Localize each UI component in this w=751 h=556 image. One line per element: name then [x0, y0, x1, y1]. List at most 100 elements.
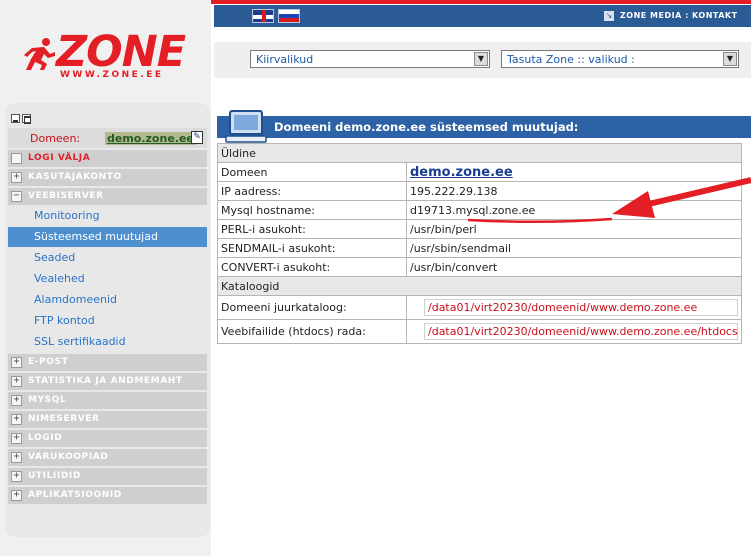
- quick-select-value: Kiirvalikud: [256, 53, 314, 66]
- chevron-down-icon[interactable]: ▼: [723, 52, 737, 66]
- uk-flag-icon[interactable]: [252, 9, 274, 23]
- sidebar-section-utiliidid[interactable]: + UTILIIDID: [8, 468, 207, 485]
- row-key: Domeeni juurkataloog:: [217, 295, 407, 320]
- sidebar-item-label: STATISTIKA JA ANDMEMAHT: [28, 376, 183, 386]
- row-value: /usr/bin/convert: [406, 257, 742, 277]
- sidebar-section-kasutajakonto[interactable]: + KASUTAJAKONTO: [8, 169, 207, 186]
- expand-icon[interactable]: +: [11, 452, 22, 463]
- expand-icon[interactable]: +: [11, 376, 22, 387]
- chevron-down-icon[interactable]: ▼: [474, 52, 488, 66]
- expand-icon[interactable]: +: [11, 433, 22, 444]
- sidebar-item-label: APLIKATSIOONID: [28, 490, 122, 500]
- sidebar-item-label: VEEBISERVER: [28, 191, 104, 201]
- system-variables-table: Üldine Domeen demo.zone.ee IP aadress: 1…: [217, 143, 742, 344]
- sidebar-item-ssl-sertifikaadid[interactable]: SSL sertifikaadid: [8, 332, 207, 352]
- sidebar-item-label: LOGID: [28, 433, 63, 443]
- panel-window-controls: [11, 113, 33, 126]
- page-title: Domeeni demo.zone.ee süsteemsed muutujad…: [274, 120, 579, 134]
- sidebar: Domeen: demo.zone.ee ✎ LOGI VÄLJA + KASU…: [5, 103, 210, 537]
- sidebar-section-logid[interactable]: + LOGID: [8, 430, 207, 447]
- sidebar-section-veebiserver[interactable]: − VEEBISERVER: [8, 188, 207, 205]
- sidebar-section-aplikatsioonid[interactable]: + APLIKATSIOONID: [8, 487, 207, 504]
- table-row: Mysql hostname: d19713.mysql.zone.ee: [217, 200, 742, 220]
- sidebar-item-label: E-POST: [28, 357, 69, 367]
- free-options-select[interactable]: Tasuta Zone :: valikud : ▼: [501, 50, 739, 68]
- sidebar-section-mysql[interactable]: + MYSQL: [8, 392, 207, 409]
- sidebar-item-monitooring[interactable]: Monitooring: [8, 206, 207, 226]
- section-header-catalogs: Kataloogid: [217, 276, 742, 296]
- sidebar-item-ftp-kontod[interactable]: FTP kontod: [8, 311, 207, 331]
- domain-value-link[interactable]: demo.zone.ee: [410, 165, 513, 180]
- sidebar-section-nimeserver[interactable]: + NIMESERVER: [8, 411, 207, 428]
- edit-domain-icon[interactable]: ✎: [191, 131, 203, 144]
- sidebar-item-label: NIMESERVER: [28, 414, 100, 424]
- domain-link[interactable]: demo.zone.ee: [105, 132, 196, 145]
- table-row: CONVERT-i asukoht: /usr/bin/convert: [217, 257, 742, 277]
- logout-box-icon: [11, 153, 22, 164]
- row-value: d19713.mysql.zone.ee: [406, 200, 742, 220]
- collapse-icon[interactable]: −: [11, 191, 22, 202]
- sidebar-section-varukoopiad[interactable]: + VARUKOOPIAD: [8, 449, 207, 466]
- sidebar-item-label: Seaded: [34, 251, 76, 264]
- htdocs-path-field[interactable]: /data01/virt20230/domeenid/www.demo.zone…: [424, 323, 738, 340]
- row-value: demo.zone.ee: [406, 162, 742, 182]
- table-row: Domeeni juurkataloog: /data01/virt20230/…: [217, 295, 742, 320]
- table-row: IP aadress: 195.222.29.138: [217, 181, 742, 201]
- zone-media-contact-link[interactable]: ZONE MEDIA : KONTAKT: [620, 11, 738, 20]
- table-row: Veebifailide (htdocs) rada: /data01/virt…: [217, 319, 742, 344]
- row-key: CONVERT-i asukoht:: [217, 257, 407, 277]
- sidebar-item-logout[interactable]: LOGI VÄLJA: [8, 150, 207, 167]
- root-path-field[interactable]: /data01/virt20230/domeenid/www.demo.zone…: [424, 299, 738, 316]
- sidebar-item-label: UTILIIDID: [28, 471, 81, 481]
- row-key: SENDMAIL-i asukoht:: [217, 238, 407, 258]
- maximize-icon[interactable]: [22, 114, 31, 124]
- sidebar-item-label: Vealehed: [34, 272, 85, 285]
- zone-logo[interactable]: ZONE WWW.ZONE.EE: [22, 27, 192, 89]
- expand-icon[interactable]: +: [11, 357, 22, 368]
- left-panel: ZONE WWW.ZONE.EE Domeen: demo.zone.ee ✎ …: [0, 0, 211, 556]
- domain-row: Domeen: demo.zone.ee ✎: [8, 128, 207, 148]
- section-row: Kataloogid: [217, 276, 742, 296]
- expand-icon[interactable]: +: [11, 490, 22, 501]
- row-value: /usr/bin/perl: [406, 219, 742, 239]
- running-man-icon: [24, 38, 55, 70]
- sidebar-section-statistika[interactable]: + STATISTIKA JA ANDMEMAHT: [8, 373, 207, 390]
- row-key: Mysql hostname:: [217, 200, 407, 220]
- sidebar-item-label: Alamdomeenid: [34, 293, 118, 306]
- row-key: Veebifailide (htdocs) rada:: [217, 319, 407, 344]
- top-bar: ↘ ZONE MEDIA : KONTAKT: [214, 5, 751, 27]
- ru-flag-icon[interactable]: [278, 9, 300, 23]
- sidebar-item-alamdomeenid[interactable]: Alamdomeenid: [8, 290, 207, 310]
- section-header-general: Üldine: [217, 143, 742, 163]
- expand-icon[interactable]: +: [11, 414, 22, 425]
- sidebar-item-label: SSL sertifikaadid: [34, 335, 126, 348]
- row-value: /data01/virt20230/domeenid/www.demo.zone…: [406, 319, 742, 344]
- row-key: PERL-i asukoht:: [217, 219, 407, 239]
- row-key: IP aadress:: [217, 181, 407, 201]
- sidebar-item-vealehed[interactable]: Vealehed: [8, 269, 207, 289]
- quick-select[interactable]: Kiirvalikud ▼: [250, 50, 490, 68]
- sidebar-item-label: KASUTAJAKONTO: [28, 172, 122, 182]
- expand-icon[interactable]: +: [11, 395, 22, 406]
- row-value: 195.222.29.138: [406, 181, 742, 201]
- sidebar-item-systeemsed-muutujad[interactable]: Süsteemsed muutujad: [8, 227, 207, 247]
- table-row: Domeen demo.zone.ee: [217, 162, 742, 182]
- expand-icon[interactable]: +: [11, 471, 22, 482]
- sidebar-item-label: VARUKOOPIAD: [28, 452, 109, 462]
- sidebar-item-label: FTP kontod: [34, 314, 95, 327]
- logo-url: WWW.ZONE.EE: [60, 70, 164, 80]
- sidebar-item-label: LOGI VÄLJA: [28, 153, 91, 163]
- computer-icon: [225, 110, 267, 143]
- row-value: /usr/sbin/sendmail: [406, 238, 742, 258]
- sidebar-section-e-post[interactable]: + E-POST: [8, 354, 207, 371]
- external-link-icon: ↘: [604, 11, 614, 21]
- table-row: PERL-i asukoht: /usr/bin/perl: [217, 219, 742, 239]
- minimize-icon[interactable]: [11, 114, 20, 123]
- expand-icon[interactable]: +: [11, 172, 22, 183]
- section-row: Üldine: [217, 143, 742, 163]
- sidebar-item-seaded[interactable]: Seaded: [8, 248, 207, 268]
- domain-label: Domeen:: [30, 132, 81, 145]
- row-key: Domeen: [217, 162, 407, 182]
- sidebar-item-label: Monitooring: [34, 209, 100, 222]
- free-options-value: Tasuta Zone :: valikud :: [507, 53, 635, 66]
